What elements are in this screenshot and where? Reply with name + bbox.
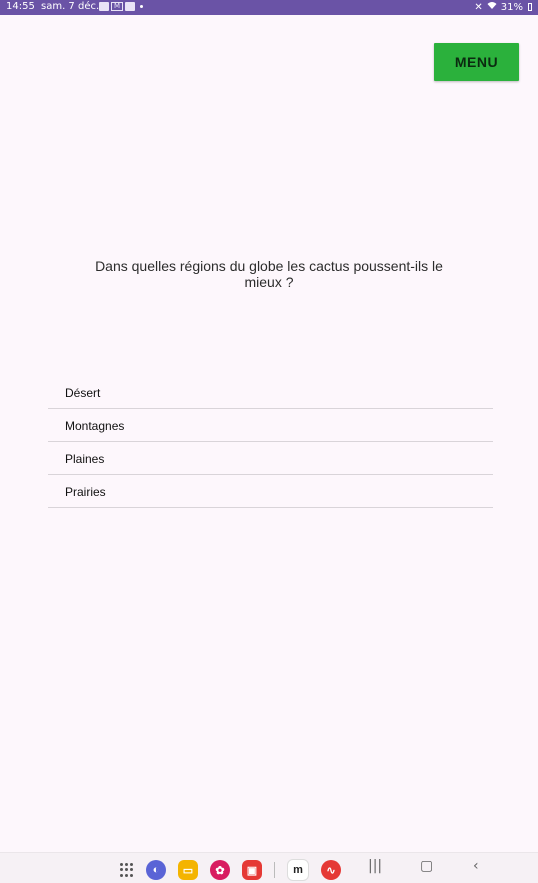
menu-button[interactable]: MENU bbox=[434, 43, 519, 81]
more-notifications-icon bbox=[140, 5, 143, 8]
dock-separator bbox=[274, 862, 275, 878]
answer-option-plaines[interactable]: Plaines bbox=[48, 442, 493, 475]
internet-icon[interactable]: ◐ bbox=[146, 860, 166, 880]
answer-option-prairies[interactable]: Prairies bbox=[48, 475, 493, 508]
status-right: ✕ 31% bbox=[474, 1, 532, 13]
battery-level: 31% bbox=[500, 1, 523, 13]
gmail-icon: M bbox=[111, 2, 123, 11]
app-dock: ◐ ▭ ✿ ▣ m ∿ bbox=[120, 859, 341, 881]
notes-icon[interactable]: ▣ bbox=[242, 860, 262, 880]
wifi-icon bbox=[487, 1, 497, 13]
status-bar: 14:55 sam. 7 déc. M ✕ 31% bbox=[0, 0, 538, 15]
mute-icon: ✕ bbox=[474, 1, 483, 13]
m-app-icon[interactable]: m bbox=[287, 859, 309, 881]
back-icon[interactable]: ‹ bbox=[473, 858, 479, 874]
home-icon[interactable]: ▢ bbox=[420, 858, 433, 874]
answer-option-montagnes[interactable]: Montagnes bbox=[48, 409, 493, 442]
recent-apps-icon[interactable]: ||| bbox=[368, 858, 382, 874]
status-time: 14:55 bbox=[6, 1, 35, 12]
gallery-icon[interactable]: ✿ bbox=[210, 860, 230, 880]
answer-option-desert[interactable]: Désert bbox=[48, 376, 493, 409]
battery-icon bbox=[528, 3, 532, 11]
files-icon[interactable]: ▭ bbox=[178, 860, 198, 880]
recorder-icon[interactable]: ∿ bbox=[321, 860, 341, 880]
notification-icons: M bbox=[99, 2, 143, 11]
quiz-question: Dans quelles régions du globe les cactus… bbox=[95, 258, 443, 290]
status-date: sam. 7 déc. bbox=[41, 1, 100, 12]
navigation-bar: ◐ ▭ ✿ ▣ m ∿ ||| ▢ ‹ bbox=[0, 852, 538, 883]
notification-app-icon bbox=[99, 2, 109, 11]
apps-grid-icon[interactable] bbox=[120, 863, 134, 877]
answer-list: Désert Montagnes Plaines Prairies bbox=[48, 376, 493, 508]
notification-app-icon bbox=[125, 2, 135, 11]
